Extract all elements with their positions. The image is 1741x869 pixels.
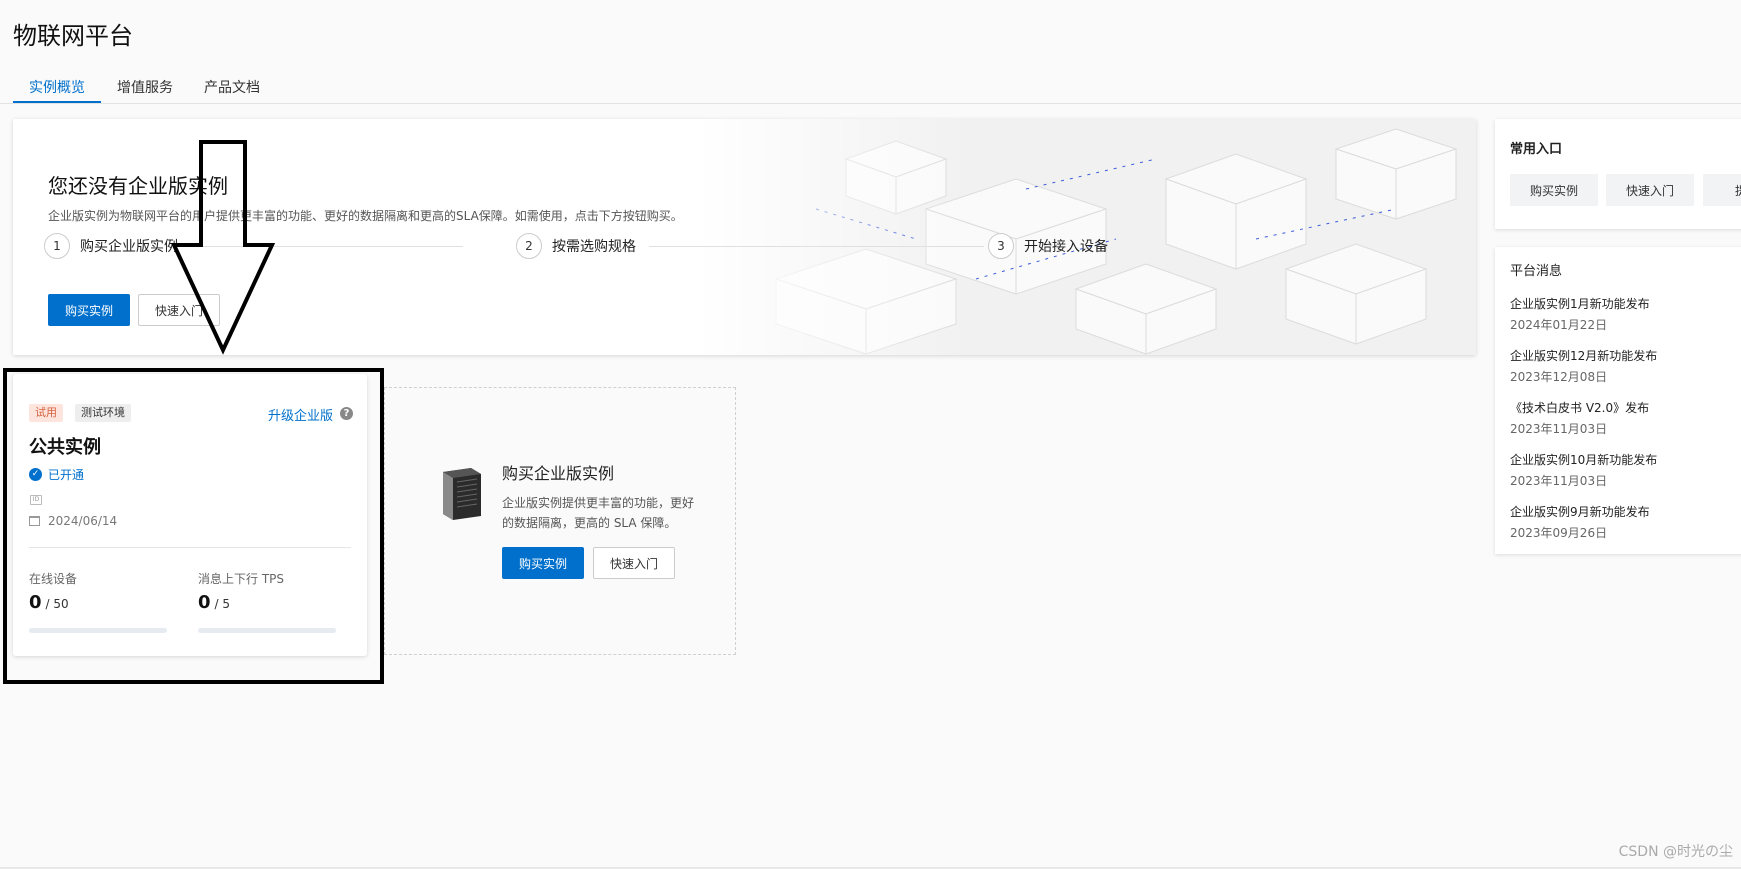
tab-instance-overview[interactable]: 实例概览 bbox=[29, 77, 85, 97]
entry-buy-instance[interactable]: 购买实例 bbox=[1510, 174, 1598, 206]
step-label: 按需选购规格 bbox=[552, 239, 636, 255]
step-number: 1 bbox=[44, 233, 70, 259]
watermark: CSDN @时光の尘 bbox=[1618, 844, 1733, 860]
buy-panel-description: 企业版实例提供更丰富的功能，更好的数据隔离，更高的 SLA 保障。 bbox=[502, 496, 695, 530]
step-label: 开始接入设备 bbox=[1024, 239, 1108, 255]
news-title: 《技术白皮书 V2.0》发布 bbox=[1510, 401, 1650, 415]
buy-panel-title: 购买企业版实例 bbox=[502, 464, 615, 483]
step-label: 购买企业版实例 bbox=[80, 239, 178, 255]
tab-bar: 实例概览 增值服务 产品文档 bbox=[0, 73, 1741, 104]
news-title: 企业版实例12月新功能发布 bbox=[1510, 349, 1658, 363]
server-icon bbox=[443, 468, 481, 520]
entry-submit[interactable]: 提交 bbox=[1703, 174, 1741, 206]
common-entries-panel: 常用入口 购买实例 快速入门 提交 bbox=[1495, 119, 1741, 229]
tab-product-docs[interactable]: 产品文档 bbox=[204, 77, 260, 97]
news-title: 企业版实例10月新功能发布 bbox=[1510, 453, 1658, 467]
entry-quickstart[interactable]: 快速入门 bbox=[1606, 174, 1694, 206]
banner-description: 企业版实例为物联网平台的用户提供更丰富的功能、更好的数据隔离和更高的SLA保障。… bbox=[48, 209, 683, 223]
news-title: 企业版实例1月新功能发布 bbox=[1510, 297, 1650, 311]
platform-news-panel: 平台消息 企业版实例1月新功能发布 2024年01月22日 企业版实例12月新功… bbox=[1495, 247, 1741, 554]
news-item[interactable]: 企业版实例10月新功能发布 2023年11月03日 bbox=[1510, 451, 1657, 489]
news-date: 2023年09月26日 bbox=[1510, 526, 1608, 540]
news-item[interactable]: 企业版实例1月新功能发布 2024年01月22日 bbox=[1510, 295, 1650, 333]
step-3: 3 开始接入设备 bbox=[988, 232, 1108, 260]
platform-news-title: 平台消息 bbox=[1510, 264, 1563, 279]
news-title: 企业版实例9月新功能发布 bbox=[1510, 505, 1650, 519]
annotation-highlight-box bbox=[3, 368, 384, 684]
news-date: 2024年01月22日 bbox=[1510, 318, 1608, 332]
annotation-down-arrow-icon bbox=[170, 140, 276, 355]
step-1: 1 购买企业版实例 bbox=[44, 232, 178, 260]
news-item[interactable]: 企业版实例9月新功能发布 2023年09月26日 bbox=[1510, 503, 1650, 541]
news-date: 2023年11月03日 bbox=[1510, 422, 1608, 436]
active-tab-indicator bbox=[13, 101, 101, 103]
buy-instance-button[interactable]: 购买实例 bbox=[502, 547, 584, 579]
news-item[interactable]: 企业版实例12月新功能发布 2023年12月08日 bbox=[1510, 347, 1657, 385]
step-2: 2 按需选购规格 bbox=[516, 232, 636, 260]
quickstart-button[interactable]: 快速入门 bbox=[593, 547, 675, 579]
news-date: 2023年12月08日 bbox=[1510, 370, 1608, 384]
buy-instance-button[interactable]: 购买实例 bbox=[48, 294, 130, 326]
common-entries-title: 常用入口 bbox=[1510, 142, 1563, 157]
step-connector bbox=[649, 246, 984, 247]
page-title: 物联网平台 bbox=[13, 22, 133, 50]
news-item[interactable]: 《技术白皮书 V2.0》发布 2023年11月03日 bbox=[1510, 399, 1649, 437]
tab-value-added-services[interactable]: 增值服务 bbox=[117, 77, 173, 97]
step-number: 2 bbox=[516, 233, 542, 259]
step-number: 3 bbox=[988, 233, 1014, 259]
news-date: 2023年11月03日 bbox=[1510, 474, 1608, 488]
buy-enterprise-panel: 购买企业版实例 企业版实例提供更丰富的功能，更好的数据隔离，更高的 SLA 保障… bbox=[384, 387, 736, 655]
